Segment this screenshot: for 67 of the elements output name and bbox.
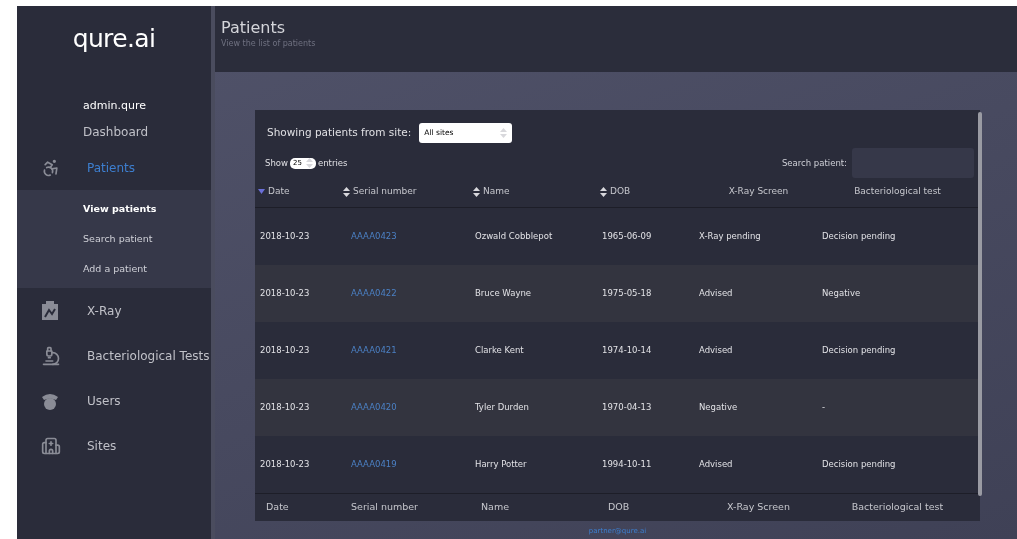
column-footer: DOB [600,500,697,515]
column-footer: Name [473,500,600,515]
nav-item[interactable]: Bacteriological Tests [17,333,211,378]
wheelchair-icon [41,157,61,178]
nav-item[interactable]: Dashboard [17,119,211,145]
column-header: Bacteriological test [853,184,942,198]
table-cell-text: Bruce Wayne [474,287,533,300]
table-cell-text: Decision pending [821,458,897,471]
sort-descending-icon [258,189,265,194]
sort-icon [600,186,607,197]
nurse-head-icon [41,391,59,410]
nav-item[interactable]: Users [17,378,211,423]
table-cell-text: 2018-10-23 [259,344,311,357]
user-name: admin.qure [82,98,147,115]
table-cell-text: X-Ray pending [698,230,762,243]
column-header[interactable]: Name [473,184,600,199]
table-cell-text: 2018-10-23 [259,401,311,414]
table-cell-text: 1975-05-18 [601,287,653,300]
sort-icon [473,186,480,197]
search-label: Search patient: [781,156,847,170]
table-cell-text: Tyler Durden [474,401,530,414]
column-header[interactable]: DOB [600,184,697,199]
column-footer: Serial number [343,500,473,515]
table-cell-text: 2018-10-23 [259,458,311,471]
table-cell-text: Decision pending [821,230,897,243]
submenu-item[interactable]: View patients [17,194,211,224]
sort-icon [305,158,313,168]
entries-label: entries [317,156,348,170]
table-cell-text: Negative [698,401,739,414]
xray-icon [41,300,59,321]
sort-icon [343,186,350,197]
table-cell-text: 2018-10-23 [259,287,311,300]
column-header[interactable]: Serial number [343,184,473,199]
site-filter-label: Showing patients from site: [267,125,412,141]
page-subtitle: View the list of patients [221,38,317,50]
table-cell-text: Ozwald Cobblepot [474,230,554,243]
column-header: X-Ray Screen [727,184,790,198]
table-cell-text: Harry Potter [474,458,528,471]
table-cell-text: - [821,401,827,414]
submenu-item[interactable]: Add a patient [17,254,211,284]
table-cell-text: Decision pending [821,344,897,357]
table-cell-text: Clarke Kent [474,344,525,357]
serial-link[interactable]: AAAA0421 [343,344,473,357]
serial-link[interactable]: AAAA0423 [343,230,473,243]
submenu-item[interactable]: Search patient [17,224,211,254]
show-label: Show [265,156,288,170]
hospital-icon [41,435,61,456]
serial-link[interactable]: AAAA0419 [343,458,473,471]
column-footer: Date [258,500,343,515]
table-cell-text: 1965-06-09 [601,230,653,243]
table-cell-text: Advised [698,458,734,471]
table-cell-text: Advised [698,287,734,300]
table-cell-text: 1994-10-11 [601,458,653,471]
table-cell-text: Negative [821,287,862,300]
table-cell-text: 2018-10-23 [259,230,311,243]
microscope-icon [41,345,61,366]
table-cell-text: 1974-10-14 [601,344,653,357]
table-cell-text: 1970-04-13 [601,401,653,414]
nav-item[interactable]: Sites [17,423,211,468]
page-title: Patients [221,18,287,38]
logo: qure.ai [71,23,157,55]
column-header[interactable]: Date [258,184,343,199]
sort-icon [500,128,508,138]
column-footer: X-Ray Screen [697,500,820,515]
table-cell-text: Advised [698,344,734,357]
nav-item[interactable]: X-Ray [17,288,211,333]
column-footer: Bacteriological test [820,500,975,515]
